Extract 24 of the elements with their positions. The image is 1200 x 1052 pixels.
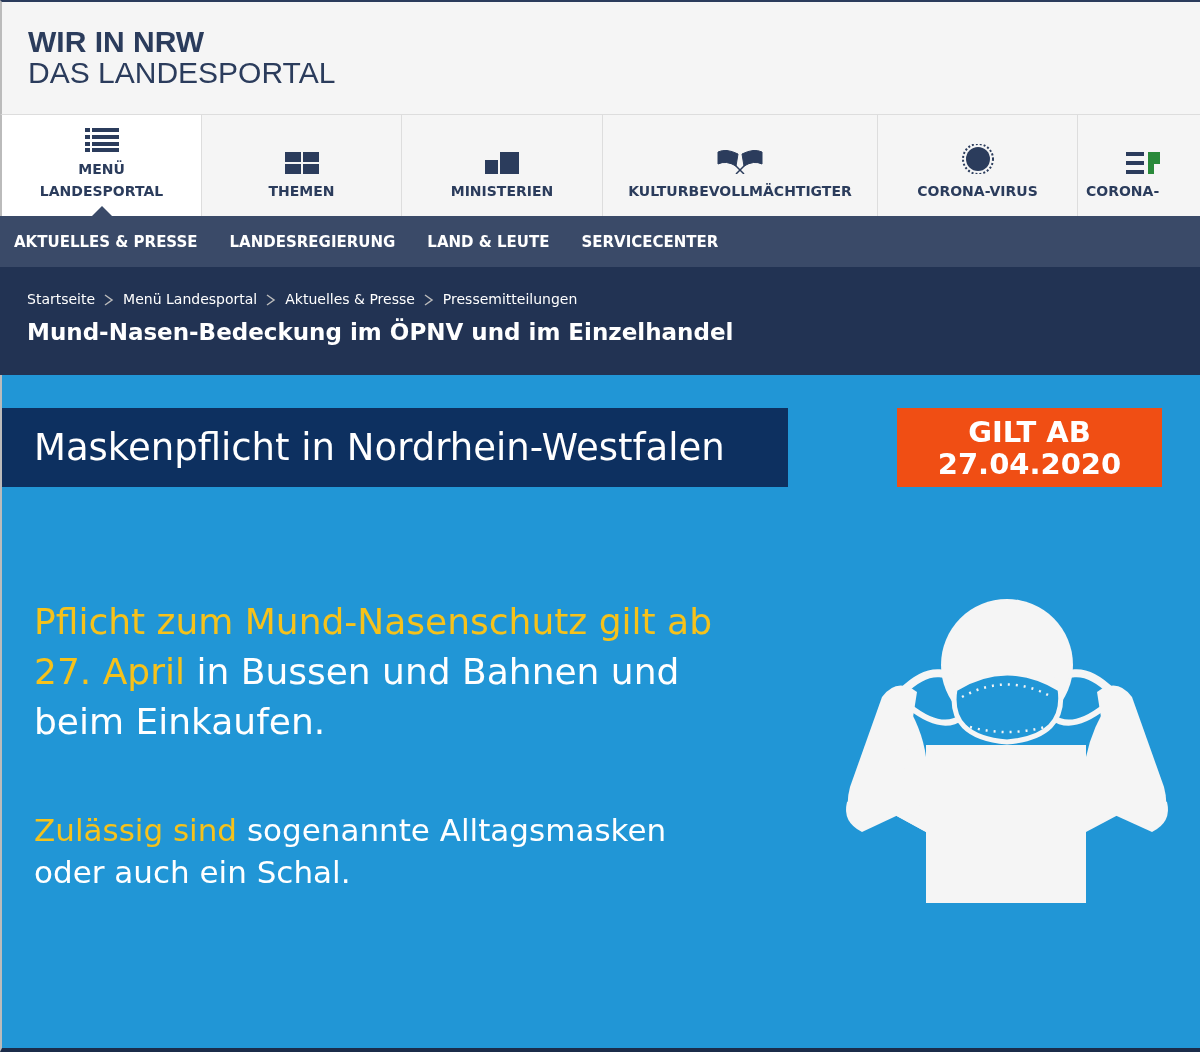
- page-title: Mund-Nasen-Bedeckung im ÖPNV und im Einzelhandel: [27, 319, 735, 345]
- site-subtitle: DAS LANDESPORTAL: [28, 57, 337, 88]
- subnav-link[interactable]: SERVICECENTER: [581, 232, 719, 251]
- breadcrumb-link[interactable]: Startseite: [27, 291, 96, 307]
- banner-text: Zulässig sind sogenannte Alltagsmasken oder auch ein Schal.: [34, 811, 668, 892]
- date-badge: GILT AB 27.04.2020: [897, 408, 1162, 487]
- squares-icon: [485, 152, 519, 174]
- banner-heading: Maskenpflicht in Nordrhein-Westfalen: [2, 408, 788, 487]
- chevron-icon: [265, 292, 278, 306]
- chevron-icon: [103, 292, 116, 306]
- virus-icon: [960, 144, 995, 174]
- subnav-link[interactable]: LAND & LEUTE: [427, 232, 550, 251]
- flags-icon: [716, 148, 764, 174]
- site-title[interactable]: WIR IN NRW: [28, 26, 1174, 57]
- list-icon: [84, 128, 119, 152]
- chevron-icon: [422, 292, 435, 306]
- breadcrumb-link[interactable]: Menü Landesportal: [123, 291, 258, 307]
- subnav-link[interactable]: AKTUELLES & PRESSE: [14, 232, 198, 251]
- grid-icon: [284, 152, 319, 174]
- breadcrumb-link[interactable]: Aktuelles & Presse: [285, 291, 415, 307]
- subnav-link[interactable]: LANDESREGIERUNG: [229, 232, 396, 251]
- breadcrumb-link[interactable]: Pressemitteilungen: [442, 291, 578, 307]
- nav-tab[interactable]: MENÜ LANDESPORTAL: [2, 115, 202, 216]
- banner-text: Pflicht zum Mund-Nasenschutz gilt ab 27. April in Bussen und Bahnen und beim Einkaufen.: [34, 600, 713, 744]
